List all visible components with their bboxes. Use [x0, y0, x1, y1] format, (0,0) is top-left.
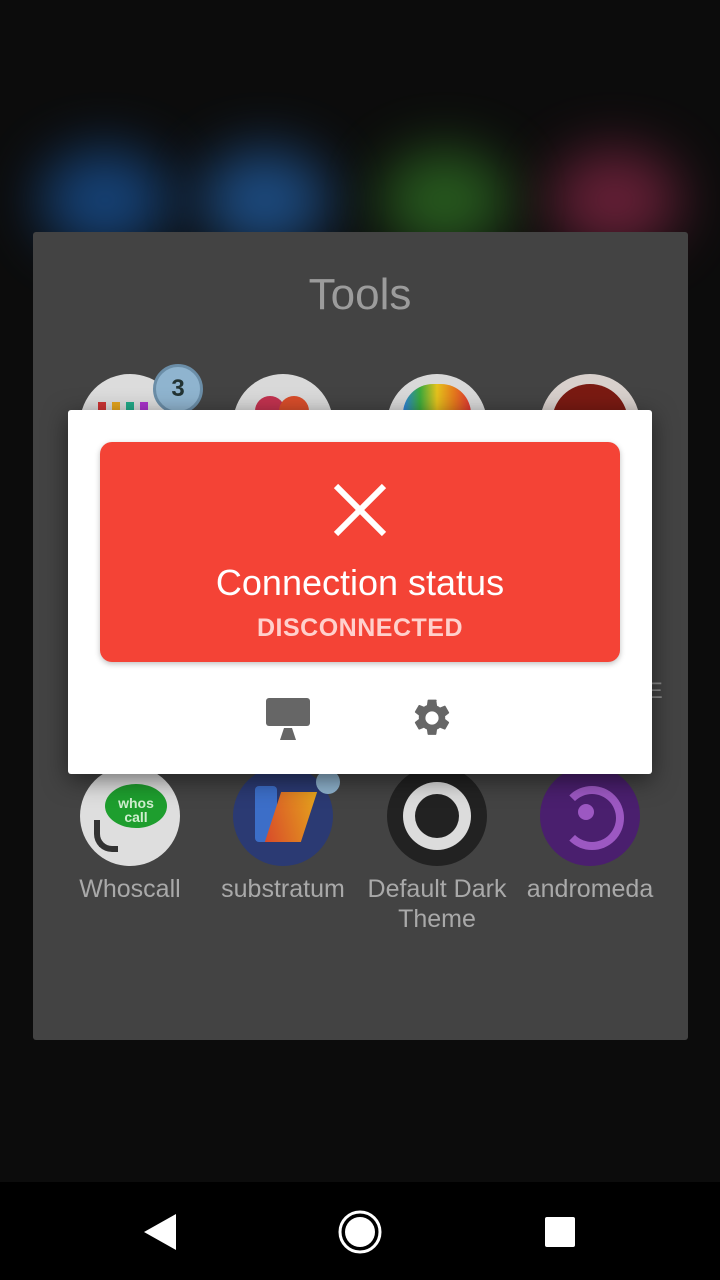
- home-button[interactable]: [332, 1204, 388, 1260]
- connection-dialog: Connection status DISCONNECTED: [68, 410, 652, 774]
- connection-status-title: Connection status: [215, 562, 505, 603]
- app-label: andromeda: [526, 875, 654, 903]
- desktop-icon: [266, 698, 310, 740]
- app-andromeda[interactable]: andromeda: [515, 766, 665, 904]
- home-icon: [338, 1210, 382, 1254]
- default-dark-theme-icon: [387, 766, 487, 866]
- navigation-bar: [0, 1182, 720, 1280]
- app-label: substratum: [221, 875, 345, 903]
- back-icon: [144, 1214, 176, 1250]
- app-whoscall[interactable]: whos call Whoscall: [55, 766, 205, 904]
- connection-status-card: Connection status DISCONNECTED: [100, 442, 620, 662]
- app-label: Default Dark Theme: [367, 875, 507, 933]
- recents-icon: [545, 1217, 575, 1247]
- desktop-button[interactable]: [264, 694, 312, 742]
- back-button[interactable]: [132, 1204, 188, 1260]
- screen: Tools 3 E whos call Whoscall substratum …: [0, 0, 720, 1280]
- app-default-dark-theme[interactable]: Default Dark Theme: [362, 766, 512, 934]
- close-icon: [333, 483, 387, 537]
- folder-title: Tools: [308, 270, 412, 319]
- connection-status-value: DISCONNECTED: [256, 614, 463, 642]
- settings-gear-icon: [414, 699, 450, 735]
- whoscall-icon: whos call: [80, 766, 180, 866]
- recents-button[interactable]: [532, 1204, 588, 1260]
- settings-button[interactable]: [408, 694, 456, 742]
- notification-badge: 3: [153, 364, 203, 414]
- andromeda-icon: [540, 766, 640, 866]
- app-label: Whoscall: [79, 875, 181, 903]
